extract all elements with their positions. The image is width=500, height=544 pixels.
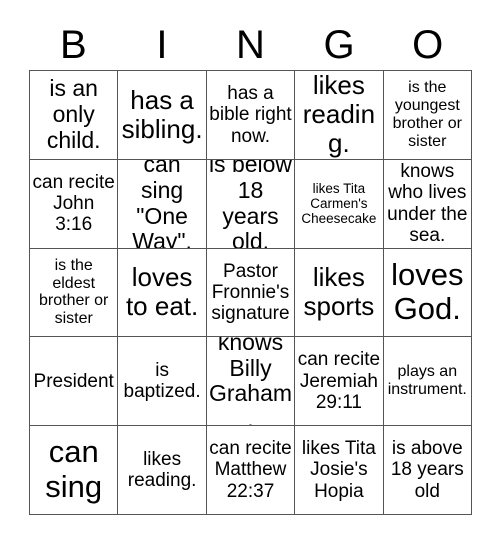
bingo-cell[interactable]: is the youngest brother or sister — [383, 71, 472, 160]
bingo-cell-label: is below 18 years old. — [208, 159, 293, 249]
bingo-cell[interactable]: is above 18 years old — [383, 426, 472, 515]
bingo-cell-label: is baptized. — [123, 360, 201, 403]
bingo-cell[interactable]: has a sibling. — [118, 71, 207, 160]
bingo-grid: is an only child. has a sibling. has a bib… — [29, 70, 472, 515]
bingo-cell-label: likes reading. — [127, 448, 197, 492]
bingo-cell[interactable]: can sing "One Way". — [118, 159, 207, 249]
bingo-cell-label: likes sports — [303, 262, 375, 322]
bingo-cell-label: knows Billy Graham. — [208, 337, 293, 427]
bingo-cell[interactable]: plays an instrument. — [383, 337, 472, 427]
bingo-cell-label: likes Tita Carmen's Cheesecake — [301, 181, 377, 227]
bingo-cell[interactable]: is baptized. — [118, 337, 207, 427]
bingo-header-letter-n: N — [236, 23, 265, 67]
bingo-cell-label: is above 18 years old — [390, 438, 464, 502]
bingo-cell-label: loves God. — [391, 256, 464, 327]
bingo-cell-label: likes Tita Josie's Hopia — [301, 438, 376, 502]
bingo-cell[interactable]: loves to eat. — [118, 248, 207, 338]
bingo-header-letter-i: I — [156, 23, 168, 67]
bingo-cell[interactable]: loves God. — [383, 248, 472, 338]
bingo-cell-label: has a bible right now. — [209, 83, 292, 147]
bingo-cell[interactable]: is an only child. — [30, 71, 119, 160]
bingo-cell[interactable]: knows who lives under the sea. — [383, 159, 472, 249]
bingo-cell[interactable]: likes sports — [295, 248, 384, 338]
bingo-cell-label: loves to eat. — [125, 262, 199, 322]
bingo-cell[interactable]: likes Tita Carmen's Cheesecake — [295, 159, 384, 249]
bingo-cell[interactable]: is the eldest brother or sister — [30, 248, 119, 338]
bingo-cell-label: is an only child. — [46, 75, 101, 153]
bingo-header-row: BINGO — [29, 20, 472, 70]
bingo-cell-label: likes reading. — [302, 71, 376, 159]
bingo-cell-label: Pastor Fronnie's signature — [211, 260, 290, 325]
bingo-cell[interactable]: has a bible right now. — [206, 71, 296, 160]
bingo-cell-label: knows who lives under the sea. — [387, 161, 468, 246]
bingo-cell[interactable]: likes reading. — [118, 426, 207, 515]
bingo-cell-label: can recite John 3:16 — [32, 171, 115, 236]
bingo-header-letter-o: O — [412, 23, 444, 67]
bingo-cell-label: can sing "One Way". — [132, 159, 192, 249]
bingo-cell-label: has a sibling. — [121, 84, 203, 144]
bingo-cell[interactable]: can recite Matthew 22:37 — [206, 426, 296, 515]
bingo-cell[interactable]: can sing — [30, 426, 119, 515]
bingo-cell-label: is the youngest brother or sister — [392, 79, 462, 150]
bingo-cell[interactable]: can recite John 3:16 — [30, 159, 119, 249]
bingo-cell-label: is the eldest brother or sister — [39, 256, 109, 328]
bingo-cell[interactable]: President — [30, 337, 119, 427]
bingo-cell-label: President — [33, 370, 114, 392]
bingo-cell-label: can sing — [45, 434, 103, 505]
bingo-cell-label: can recite Matthew 22:37 — [209, 438, 292, 502]
bingo-cell[interactable]: knows Billy Graham. — [206, 337, 296, 427]
bingo-cell[interactable]: Pastor Fronnie's signature — [206, 248, 296, 338]
bingo-cell[interactable]: is below 18 years old. — [206, 159, 296, 249]
bingo-card: B I N G O is an only child. has a sibling. has… — [0, 0, 500, 544]
bingo-header-letter-b: B — [59, 23, 87, 67]
bingo-cell-label: plays an instrument. — [387, 363, 467, 399]
bingo-cell[interactable]: can recite Jeremiah 29:11 — [295, 337, 384, 427]
bingo-cell[interactable]: likes reading. — [295, 71, 384, 160]
bingo-header-letter-g: G — [323, 23, 355, 67]
bingo-cell-label: can recite Jeremiah 29:11 — [297, 349, 381, 413]
bingo-cell[interactable]: likes Tita Josie's Hopia — [295, 426, 384, 515]
